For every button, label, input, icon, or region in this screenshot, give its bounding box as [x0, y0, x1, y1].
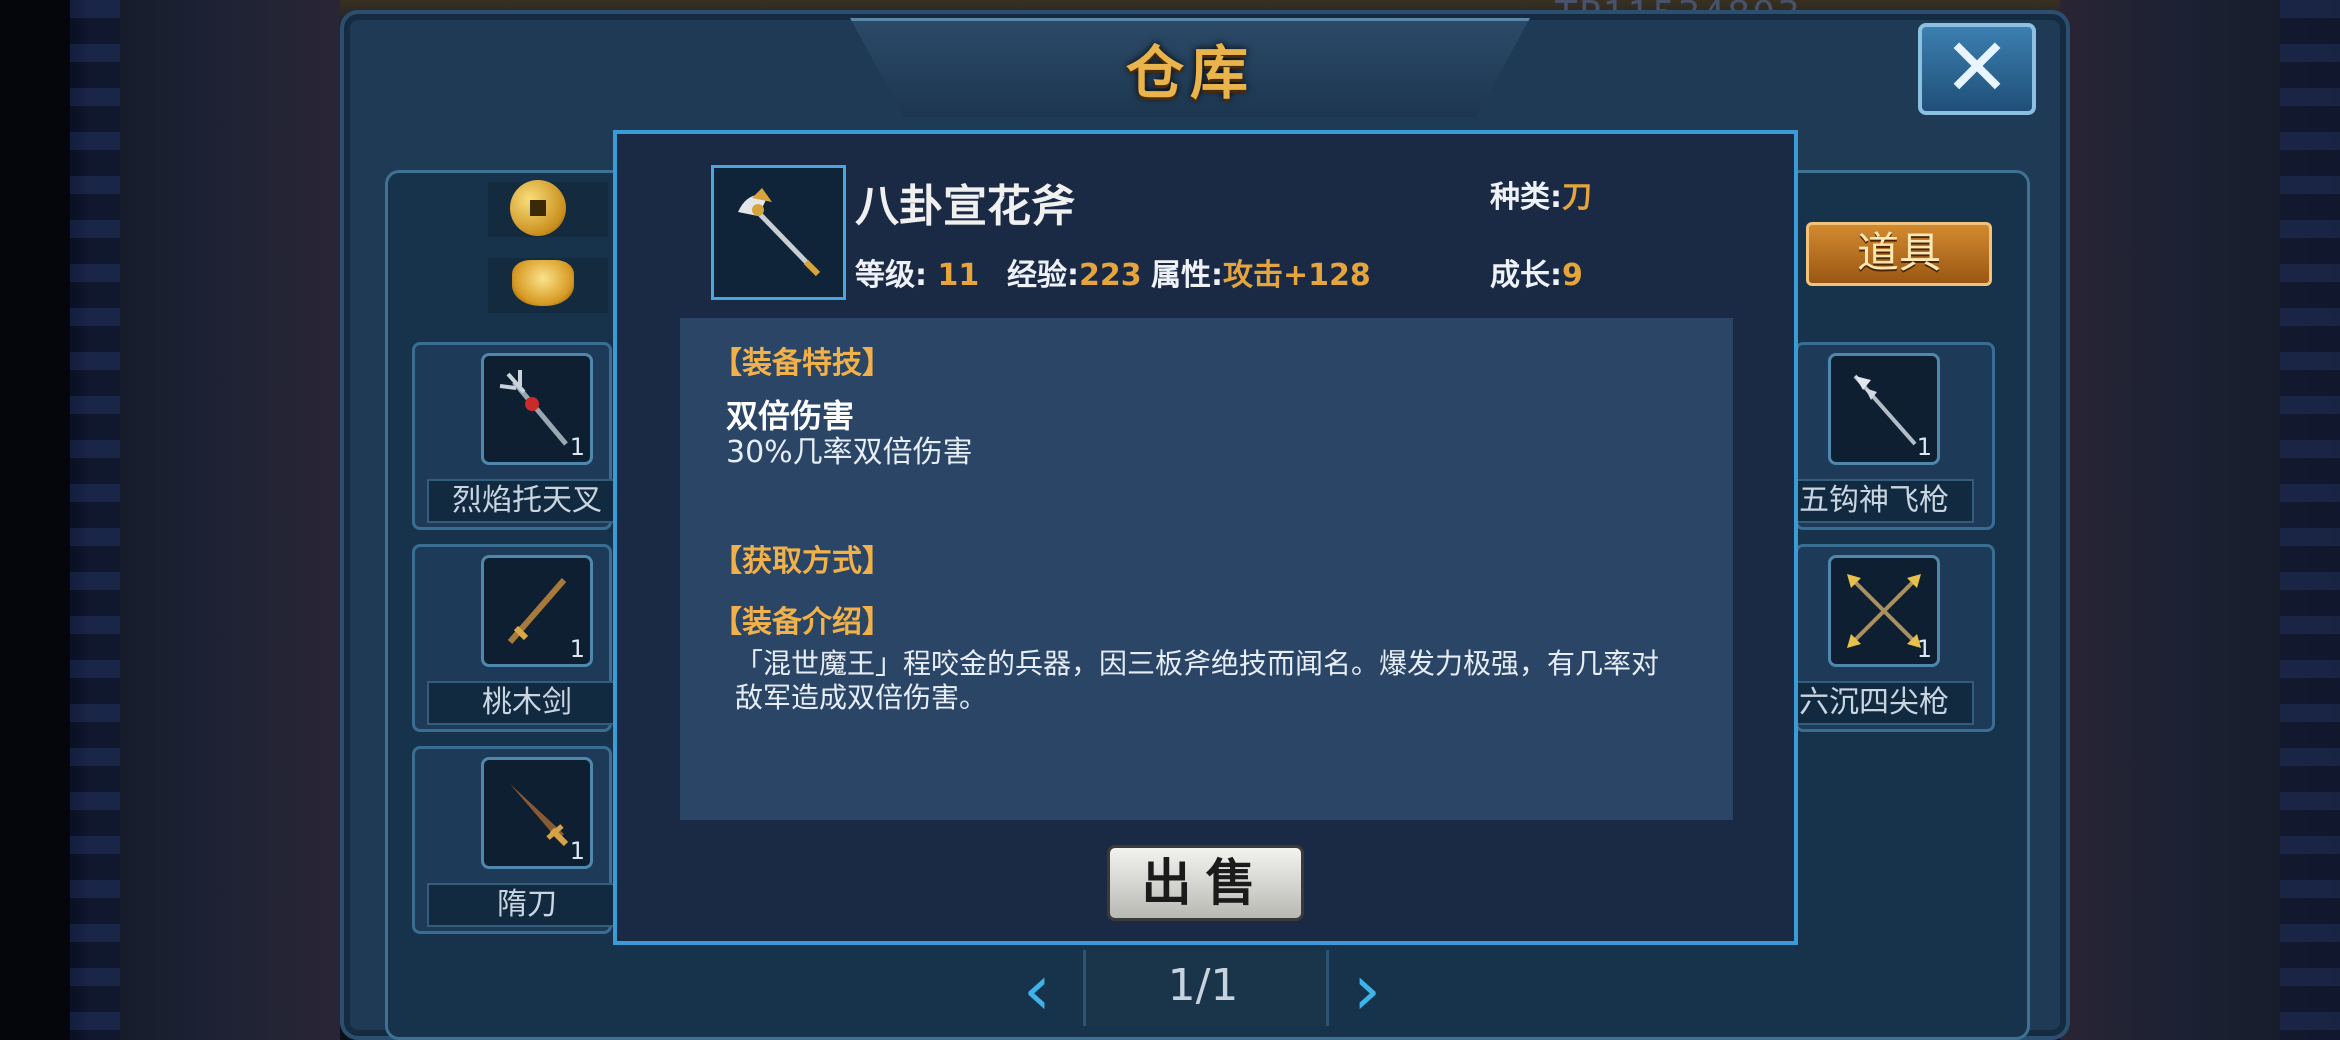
detail-growth: 成长:9 [1490, 250, 1583, 294]
left-background [0, 0, 340, 1040]
item-name: 烈焰托天叉 [427, 479, 627, 523]
item-quantity: 1 [1916, 635, 1932, 663]
detail-attribute: 属性:攻击+128 [1151, 250, 1371, 294]
spear-icon [1853, 374, 1917, 446]
prev-page-button[interactable]: ‹ [1012, 955, 1062, 1025]
inventory-item[interactable]: 1 六沉四尖枪 [1774, 544, 1995, 732]
sell-button[interactable]: 出售 [1107, 845, 1304, 921]
inventory-item[interactable]: 1 隋刀 [412, 746, 627, 934]
tab-props[interactable]: 道具 [1806, 222, 1992, 286]
right-background [2060, 0, 2340, 1040]
item-quantity: 1 [569, 635, 585, 663]
inventory-item[interactable]: 1 烈焰托天叉 [412, 342, 627, 530]
next-page-button[interactable]: › [1342, 955, 1392, 1025]
close-button[interactable]: ✕ [1918, 23, 2036, 115]
saber-icon [510, 784, 569, 847]
attr-value: 攻击+128 [1223, 258, 1371, 293]
item-quantity: 1 [569, 837, 585, 865]
detail-exp: 经验:223 [1007, 250, 1142, 294]
intro-text: 「混世魔王」程咬金的兵器，因三板斧绝技而闻名。爆发力极强，有几率对敌军造成双倍伤… [735, 647, 1660, 714]
skill-header: 【装备特技】 [712, 346, 892, 381]
type-value: 刀 [1562, 180, 1592, 215]
level-value: 11 [937, 258, 980, 293]
detail-item-slot [711, 165, 846, 300]
growth-label: 成长: [1490, 258, 1562, 293]
item-name: 六沉四尖枪 [1774, 681, 1974, 725]
item-name: 五钩神飞枪 [1774, 479, 1974, 523]
item-quantity: 1 [1916, 433, 1932, 461]
gold-ingot-icon [512, 260, 574, 306]
detail-item-name: 八卦宣花斧 [855, 181, 1075, 232]
exp-value: 223 [1079, 258, 1142, 293]
detail-level: 等级: 11 [855, 250, 979, 294]
crossed-spears-icon [1847, 574, 1921, 648]
window-title: 仓库 [1125, 39, 1254, 107]
item-name: 桃木剑 [427, 681, 627, 725]
detail-type: 种类:刀 [1490, 172, 1592, 216]
type-label: 种类: [1490, 180, 1562, 215]
page-indicator: 1/1 [1167, 960, 1239, 1011]
source-header: 【获取方式】 [712, 544, 892, 579]
battle-axe-icon [738, 188, 821, 277]
inventory-item[interactable]: 1 五钩神飞枪 [1774, 342, 1995, 530]
level-label: 等级: [855, 258, 927, 293]
intro-header: 【装备介绍】 [712, 605, 892, 640]
wooden-sword-icon [507, 578, 567, 644]
item-name: 隋刀 [427, 883, 627, 927]
item-quantity: 1 [569, 433, 585, 461]
inventory-item[interactable]: 1 桃木剑 [412, 544, 627, 732]
growth-value: 9 [1562, 258, 1583, 293]
trident-icon [499, 370, 568, 446]
exp-label: 经验: [1007, 258, 1079, 293]
skill-description: 30%几率双倍伤害 [726, 435, 973, 470]
attr-label: 属性: [1151, 258, 1223, 293]
copper-coin-icon [510, 180, 566, 236]
